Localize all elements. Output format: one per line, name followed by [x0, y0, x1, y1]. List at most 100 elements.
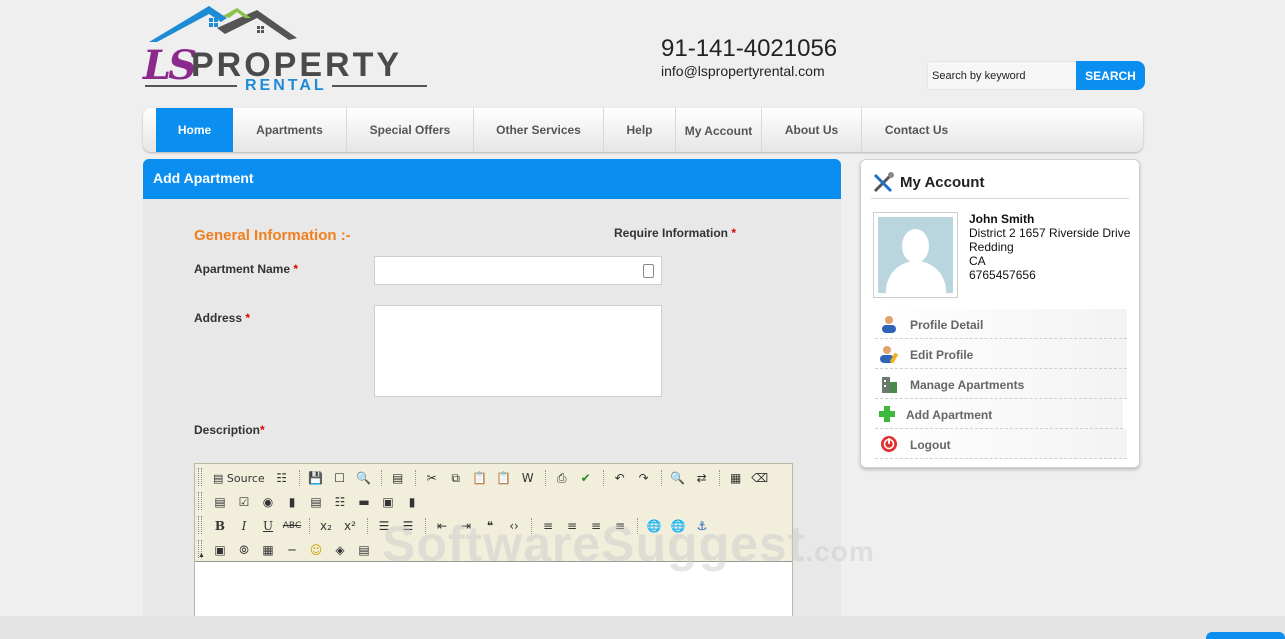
hidden-field-icon[interactable]: ▮: [401, 492, 423, 512]
user-icon: [882, 316, 896, 333]
textarea-icon[interactable]: ▤: [305, 492, 327, 512]
logo-rental: RENTAL: [145, 77, 427, 94]
remove-format-icon[interactable]: ⌫: [749, 468, 771, 488]
apartment-name-label: Apartment Name *: [194, 262, 298, 276]
address-label: Address *: [194, 311, 250, 325]
menu-edit-profile[interactable]: Edit Profile: [875, 339, 1127, 369]
user-name: John Smith: [969, 212, 1035, 226]
print-icon[interactable]: ⎙: [551, 468, 573, 488]
source-button[interactable]: ▤ Source: [209, 468, 269, 488]
apartment-name-field[interactable]: [374, 256, 662, 285]
search-button[interactable]: SEARCH: [1076, 61, 1145, 90]
menu-manage-apartments[interactable]: Manage Apartments: [875, 369, 1127, 399]
contact-phone: 91-141-4021056: [661, 35, 838, 62]
menu-label: Manage Apartments: [910, 378, 1025, 392]
button-icon[interactable]: ▬: [353, 492, 375, 512]
strike-icon[interactable]: ABC: [281, 516, 303, 536]
user-state: CA: [969, 254, 986, 268]
search-box: SEARCH: [927, 61, 1145, 90]
spellcheck-icon[interactable]: ✔: [575, 468, 597, 488]
copy-icon[interactable]: ⧉: [445, 468, 467, 488]
special-char-icon[interactable]: ◈: [329, 540, 351, 560]
select-all-icon[interactable]: ▦: [725, 468, 747, 488]
tools-icon: [873, 172, 894, 193]
nav-apartments[interactable]: Apartments: [233, 108, 347, 152]
templates-icon[interactable]: ▤: [387, 468, 409, 488]
avatar: [873, 212, 958, 298]
nav-contact-us[interactable]: Contact Us: [862, 108, 971, 152]
flash-icon[interactable]: ⦾: [233, 540, 255, 560]
source-label: Source: [226, 471, 265, 485]
save-icon[interactable]: 💾: [305, 468, 327, 488]
image-icon[interactable]: ▣: [209, 540, 231, 560]
divider: [871, 198, 1129, 199]
toolbar-grip: [198, 516, 202, 534]
cut-icon[interactable]: ✂: [421, 468, 443, 488]
watermark: SoftwareSuggest.com: [382, 515, 875, 573]
toolbar-row-2: ▤ ☑ ◉ ▮ ▤ ☷ ▬ ▣ ▮: [209, 491, 425, 513]
footer-strip: [0, 616, 1285, 639]
image-button-icon[interactable]: ▣: [377, 492, 399, 512]
find-icon[interactable]: 🔍: [667, 468, 689, 488]
bold-icon[interactable]: B: [209, 516, 231, 536]
nav-home[interactable]: Home: [156, 108, 233, 152]
address-text: Address: [194, 311, 243, 325]
page-break-icon[interactable]: ▤: [353, 540, 375, 560]
require-label: Require Information: [614, 226, 729, 240]
menu-profile-detail[interactable]: Profile Detail: [875, 309, 1127, 339]
nav-other-services[interactable]: Other Services: [474, 108, 604, 152]
textfield-icon[interactable]: ▮: [281, 492, 303, 512]
horizontal-rule-icon[interactable]: ─: [281, 540, 303, 560]
collapse-toolbar-icon[interactable]: ▲: [198, 552, 205, 559]
logo-ls: LS: [143, 42, 197, 89]
nav-help[interactable]: Help: [604, 108, 676, 152]
paste-icon[interactable]: 📋: [469, 468, 491, 488]
nav-special-offers[interactable]: Special Offers: [347, 108, 474, 152]
underline-icon[interactable]: U: [257, 516, 279, 536]
watermark-suffix: .com: [805, 536, 875, 567]
nav-about-us[interactable]: About Us: [762, 108, 862, 152]
form-icon[interactable]: ▤: [209, 492, 231, 512]
superscript-icon[interactable]: x²: [339, 516, 361, 536]
contact-email[interactable]: info@lspropertyrental.com: [661, 63, 825, 79]
preview-icon[interactable]: 🔍: [353, 468, 375, 488]
subscript-icon[interactable]: x₂: [315, 516, 337, 536]
replace-icon[interactable]: ⇄: [691, 468, 713, 488]
paste-word-icon[interactable]: W: [517, 468, 539, 488]
menu-logout[interactable]: Logout: [875, 429, 1127, 459]
smiley-icon[interactable]: ☺: [305, 540, 327, 560]
user-address: District 2 1657 Riverside Drive: [969, 226, 1131, 240]
select-icon[interactable]: ☷: [329, 492, 351, 512]
required-star: *: [260, 423, 265, 437]
required-star: *: [293, 262, 299, 276]
keyboard-icon[interactable]: [643, 264, 654, 278]
radio-icon[interactable]: ◉: [257, 492, 279, 512]
redo-icon[interactable]: ↷: [633, 468, 655, 488]
user-phone: 6765457656: [969, 268, 1036, 282]
italic-icon[interactable]: I: [233, 516, 255, 536]
plus-icon: [879, 406, 895, 422]
undo-icon[interactable]: ↶: [609, 468, 631, 488]
watermark-main: SoftwareSuggest: [382, 516, 806, 572]
main-nav: Home Apartments Special Offers Other Ser…: [143, 108, 1143, 152]
buildings-icon: [882, 377, 897, 393]
paste-text-icon[interactable]: 📋: [493, 468, 515, 488]
menu-add-apartment[interactable]: Add Apartment: [875, 399, 1123, 429]
description-label: Description*: [194, 423, 265, 437]
table-icon[interactable]: ▦: [257, 540, 279, 560]
apartment-name-text: Apartment Name: [194, 262, 291, 276]
description-text: Description: [194, 423, 261, 437]
panel-title: Add Apartment: [143, 159, 841, 199]
templates-icon[interactable]: ☷: [271, 468, 293, 488]
toolbar-grip: [198, 468, 202, 486]
nav-my-account[interactable]: My Account: [676, 108, 762, 152]
user-city: Redding: [969, 240, 1014, 254]
search-input[interactable]: [927, 61, 1077, 90]
checkbox-icon[interactable]: ☑: [233, 492, 255, 512]
user-edit-icon: [880, 346, 899, 364]
new-page-icon[interactable]: ☐: [329, 468, 351, 488]
site-logo[interactable]: LS PROPERTY RENTAL: [143, 4, 443, 96]
section-heading: General Information :-: [194, 227, 351, 244]
scroll-top-button[interactable]: [1206, 632, 1285, 639]
address-field[interactable]: [374, 305, 662, 397]
